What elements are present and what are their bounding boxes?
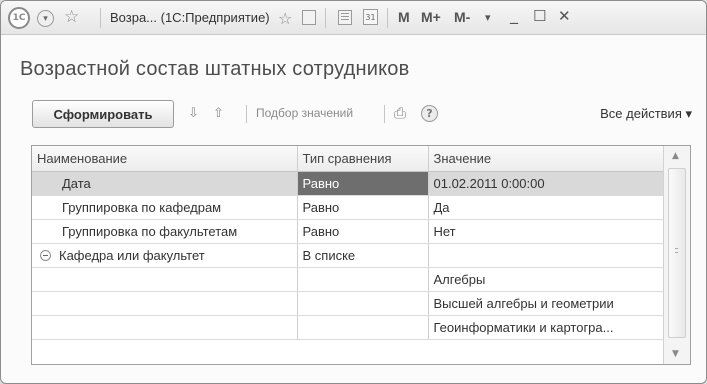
export-settings-icon[interactable]: ⇧	[213, 106, 229, 122]
row-name[interactable]	[32, 291, 298, 316]
separator	[384, 105, 385, 123]
row-name[interactable]: Группировка по факультетам	[32, 219, 298, 244]
row-comparison[interactable]: Равно	[297, 171, 429, 196]
row-value[interactable]: Геоинформатики и картогра...	[428, 315, 665, 340]
nav-menu-icon[interactable]: ▾	[37, 10, 54, 27]
report-window: 1C ▾ ☆ Возра... (1С:Предприятие) ☆ 31 M …	[0, 0, 707, 384]
column-header-value[interactable]: Значение	[428, 146, 665, 172]
memory-minus-button[interactable]: M-	[454, 9, 470, 25]
collapse-group-icon[interactable]	[40, 249, 51, 261]
memory-m-button[interactable]: M	[398, 9, 410, 25]
table-row[interactable]: Алгебры	[32, 267, 665, 292]
table-row[interactable]: Геоинформатики и картогра...	[32, 315, 665, 340]
table-row[interactable]: Кафедра или факультет В списке	[32, 243, 665, 268]
table-header: Наименование Тип сравнения Значение	[32, 146, 665, 172]
table-row[interactable]: Высшей алгебры и геометрии	[32, 291, 665, 316]
scrollbar-thumb[interactable]	[668, 168, 686, 338]
row-comparison[interactable]	[297, 315, 429, 340]
minimize-icon[interactable]: _	[510, 5, 518, 24]
row-name[interactable]: Группировка по кафедрам	[32, 195, 298, 220]
calculator-icon[interactable]	[338, 10, 352, 25]
generate-button[interactable]: Сформировать	[32, 100, 174, 128]
row-comparison[interactable]: Равно	[297, 195, 429, 220]
separator	[387, 8, 388, 28]
select-values-button[interactable]: Подбор значений	[256, 106, 353, 120]
row-name[interactable]	[32, 315, 298, 340]
row-name[interactable]: Дата	[32, 171, 298, 196]
row-value[interactable]: Да	[428, 195, 665, 220]
memory-plus-button[interactable]: M+	[421, 9, 441, 25]
column-header-comparison[interactable]: Тип сравнения	[297, 146, 429, 172]
import-settings-icon[interactable]: ⇩	[188, 106, 204, 122]
scroll-up-icon[interactable]: ▲	[672, 151, 679, 161]
row-comparison[interactable]	[297, 267, 429, 292]
title-bar: 1C ▾ ☆ Возра... (1С:Предприятие) ☆ 31 M …	[1, 1, 706, 35]
scroll-down-icon[interactable]: ▼	[672, 349, 679, 359]
link-icon[interactable]	[302, 10, 316, 25]
column-header-name[interactable]: Наименование	[32, 146, 298, 172]
page-title: Возрастной состав штатных сотрудников	[20, 58, 410, 80]
window-title: Возра... (1С:Предприятие)	[110, 10, 270, 25]
row-value[interactable]: 01.02.2011 0:00:00	[428, 171, 665, 196]
dropdown-icon[interactable]: ▾	[485, 11, 491, 24]
row-comparison[interactable]: Равно	[297, 219, 429, 244]
star-icon[interactable]: ☆	[64, 7, 79, 27]
row-comparison[interactable]	[297, 291, 429, 316]
table-row[interactable]: Группировка по кафедрам Равно Да	[32, 195, 665, 220]
toolbar: Сформировать ⇩ ⇧ Подбор значений ⎙ ? Все…	[32, 100, 692, 128]
1c-logo-icon[interactable]: 1C	[8, 7, 30, 29]
row-value[interactable]: Нет	[428, 219, 665, 244]
separator	[325, 8, 326, 28]
close-icon[interactable]: ✕	[558, 7, 571, 25]
all-actions-menu[interactable]: Все действия ▾	[600, 106, 692, 122]
row-value[interactable]: Высшей алгебры и геометрии	[428, 291, 665, 316]
print-icon[interactable]: ⎙	[394, 104, 410, 122]
row-name: Кафедра или факультет	[59, 247, 205, 263]
table-row[interactable]: Дата Равно 01.02.2011 0:00:00	[32, 171, 665, 196]
row-value[interactable]: Алгебры	[428, 267, 665, 292]
settings-table: Наименование Тип сравнения Значение Дата…	[31, 145, 691, 365]
maximize-icon[interactable]: ☐	[533, 7, 546, 25]
row-value[interactable]	[428, 243, 665, 268]
separator	[100, 8, 101, 28]
favorite-add-icon[interactable]: ☆	[278, 9, 292, 28]
separator	[246, 105, 247, 123]
row-name-group[interactable]: Кафедра или факультет	[32, 243, 298, 268]
calendar-icon[interactable]: 31	[363, 9, 378, 25]
table-row[interactable]: Группировка по факультетам Равно Нет	[32, 219, 665, 244]
row-comparison[interactable]: В списке	[297, 243, 429, 268]
scrollbar-grip-icon	[675, 248, 678, 253]
vertical-scrollbar[interactable]: ▲ ▼	[663, 146, 690, 364]
row-name[interactable]	[32, 267, 298, 292]
help-icon[interactable]: ?	[421, 105, 438, 122]
